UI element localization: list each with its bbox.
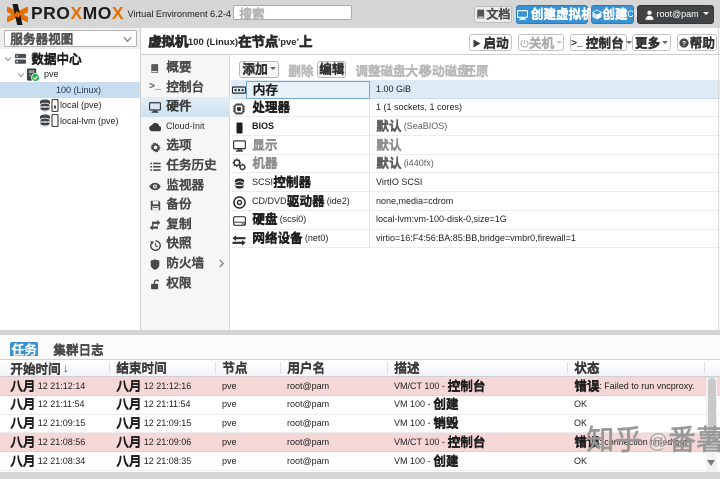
svg-text:?: ? xyxy=(682,40,686,47)
